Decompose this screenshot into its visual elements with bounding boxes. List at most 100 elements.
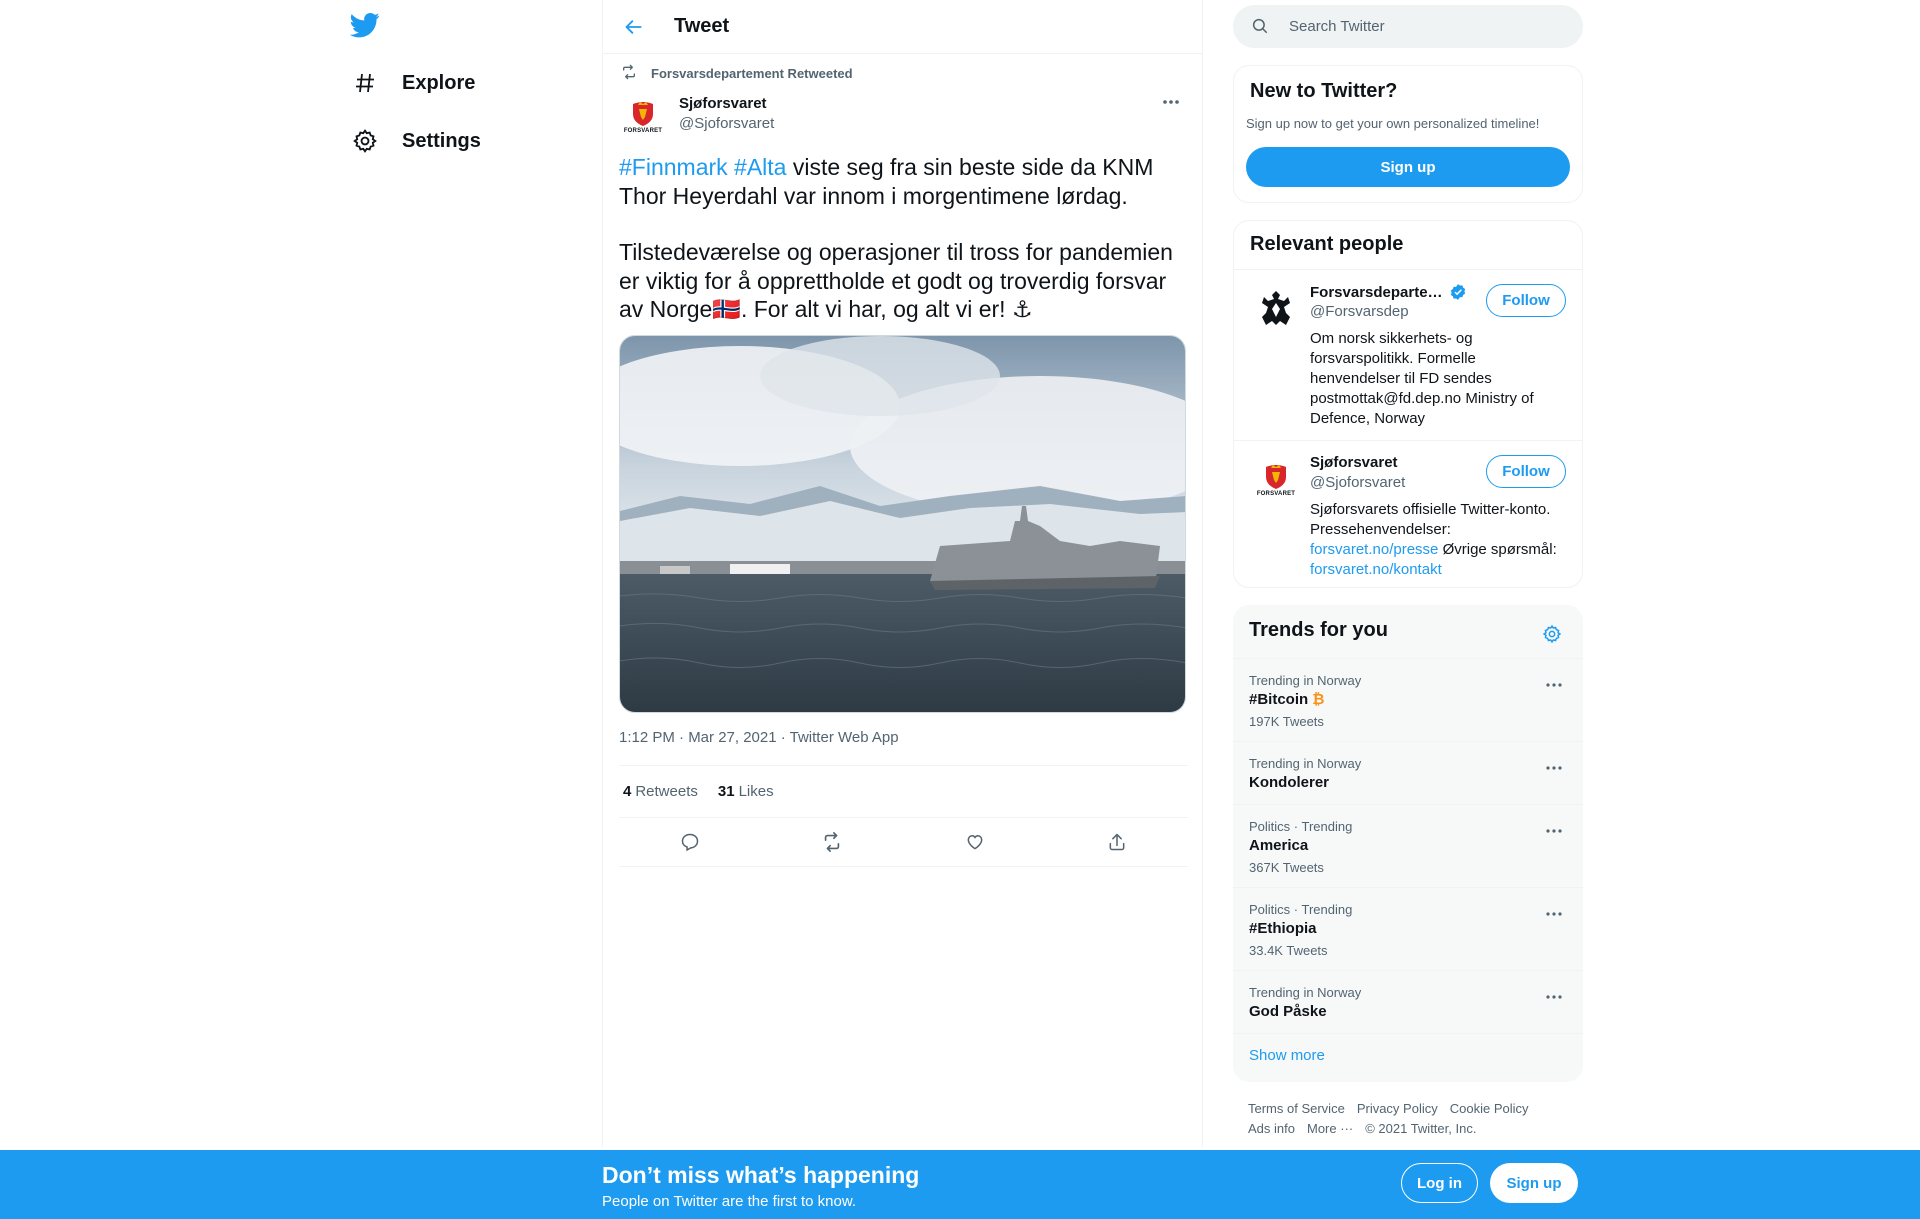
trend-context: Politics · Trending: [1249, 819, 1353, 834]
avatar[interactable]: FORSVARET: [619, 92, 667, 140]
person-item[interactable]: Forsvarsdeparte… @Forsvarsdep Follow Om …: [1234, 269, 1582, 440]
likes-label: Likes: [738, 783, 774, 800]
main-column: Tweet Forsvarsdepartement Retweeted FORS…: [602, 0, 1203, 1219]
crest-icon: [1266, 464, 1286, 489]
avatar[interactable]: [1252, 284, 1300, 332]
share-button[interactable]: [1099, 824, 1135, 860]
gear-icon: [350, 126, 380, 156]
trend-name: #Ethiopia: [1249, 920, 1317, 937]
tweet-actions: [619, 818, 1188, 867]
search-icon: [1251, 17, 1271, 37]
person-name[interactable]: Forsvarsdeparte…: [1310, 283, 1467, 301]
hashtag-link[interactable]: #Alta: [734, 154, 786, 180]
more-dots-icon: [1546, 683, 1562, 687]
trend-more-button[interactable]: [1539, 904, 1569, 924]
trends-title: Trends for you: [1249, 619, 1388, 641]
trend-name-label: #Bitcoin: [1249, 691, 1309, 708]
likes-stat[interactable]: 31 Likes: [714, 783, 774, 800]
person-item[interactable]: FORSVARET Sjøforsvaret @Sjoforsvaret Fol…: [1234, 440, 1582, 587]
tweet-more-button[interactable]: [1154, 92, 1188, 112]
more-dots-icon: [1546, 829, 1562, 833]
more-dots-icon: [1163, 100, 1179, 104]
banner-sign-up-button[interactable]: Sign up: [1490, 1163, 1578, 1203]
avatar-label: FORSVARET: [623, 127, 663, 134]
trend-item[interactable]: Trending in Norway God Påske: [1233, 970, 1583, 1033]
trend-item[interactable]: Politics · Trending #Ethiopia 33.4K Twee…: [1233, 887, 1583, 970]
search-box[interactable]: [1233, 5, 1583, 48]
more-dots-icon: [1546, 766, 1562, 770]
nav-explore[interactable]: Explore: [350, 58, 475, 108]
gear-icon: [1542, 624, 1562, 644]
trend-context: Politics · Trending: [1249, 902, 1353, 917]
bio-text: Øvrige spørsmål:: [1438, 541, 1557, 558]
nav-settings-label: Settings: [402, 129, 481, 152]
trend-more-button[interactable]: [1539, 821, 1569, 841]
person-name-label: Sjøforsvaret: [1310, 454, 1398, 471]
bio-link-presse[interactable]: forsvaret.no/presse: [1310, 541, 1438, 558]
tweet-author[interactable]: FORSVARET Sjøforsvaret @Sjoforsvaret: [619, 92, 774, 140]
trend-count: 367K Tweets: [1249, 860, 1324, 875]
tweet-image[interactable]: [619, 335, 1186, 713]
footer-link[interactable]: Terms of Service: [1248, 1099, 1345, 1119]
trend-item[interactable]: Trending in Norway Kondolerer: [1233, 741, 1583, 804]
relevant-people-card: Relevant people Forsvarsdeparte… @Forsva…: [1233, 220, 1583, 588]
retweet-context[interactable]: Forsvarsdepartement Retweeted: [619, 64, 853, 82]
nav-settings[interactable]: Settings: [350, 116, 481, 166]
new-to-twitter-subtitle: Sign up now to get your own personalized…: [1246, 116, 1540, 131]
crest-icon: [633, 101, 653, 126]
main-header: Tweet: [603, 0, 1202, 54]
tweet-text: #Finnmark #Alta viste seg fra sin beste …: [619, 153, 1189, 324]
person-bio: Om norsk sikkerhets- og forsvarspolitikk…: [1310, 330, 1534, 427]
signup-banner: Don’t miss what’s happening People on Tw…: [0, 1147, 1920, 1219]
author-handle[interactable]: @Sjoforsvaret: [679, 114, 774, 134]
author-name[interactable]: Sjøforsvaret: [679, 94, 774, 114]
new-to-twitter-title: New to Twitter?: [1250, 80, 1398, 102]
like-button[interactable]: [957, 824, 993, 860]
trend-context: Trending in Norway: [1249, 673, 1362, 688]
trends-settings-button[interactable]: [1535, 617, 1569, 651]
trend-name: God Påske: [1249, 1003, 1327, 1020]
person-handle[interactable]: @Forsvarsdep: [1310, 303, 1409, 320]
retweet-button[interactable]: [814, 824, 850, 860]
hashtag-link[interactable]: #Finnmark: [619, 154, 728, 180]
person-handle[interactable]: @Sjoforsvaret: [1310, 474, 1405, 491]
bio-text: Sjøforsvarets offisielle Twitter-konto. …: [1310, 501, 1551, 538]
footer-link[interactable]: Cookie Policy: [1450, 1099, 1529, 1119]
retweets-count: 4: [623, 783, 632, 800]
follow-button[interactable]: Follow: [1486, 284, 1566, 317]
avatar[interactable]: FORSVARET: [1252, 455, 1300, 503]
retweets-label: Retweets: [635, 783, 698, 800]
likes-count: 31: [717, 783, 735, 800]
trend-more-button[interactable]: [1539, 758, 1569, 778]
log-in-button[interactable]: Log in: [1401, 1163, 1478, 1203]
footer-links: Terms of Service Privacy Policy Cookie Pol…: [1248, 1099, 1568, 1139]
heart-icon: [967, 834, 983, 850]
trend-more-button[interactable]: [1539, 675, 1569, 695]
person-name[interactable]: Sjøforsvaret: [1310, 454, 1398, 471]
sign-up-button[interactable]: Sign up: [1246, 147, 1570, 187]
bitcoin-icon: ₿: [1312, 691, 1325, 708]
arrow-left-icon: [625, 19, 642, 34]
twitter-logo-icon[interactable]: [349, 10, 384, 44]
reply-icon: [681, 833, 699, 852]
back-button[interactable]: [616, 9, 652, 45]
share-icon: [1109, 833, 1125, 851]
trend-item[interactable]: Trending in Norway #Bitcoin ₿ 197K Tweets: [1233, 658, 1583, 741]
retweet-icon: [621, 64, 639, 82]
trend-more-button[interactable]: [1539, 987, 1569, 1007]
search-input[interactable]: [1289, 18, 1549, 35]
trend-item[interactable]: Politics · Trending America 367K Tweets: [1233, 804, 1583, 887]
retweets-stat[interactable]: 4 Retweets: [619, 783, 698, 800]
footer-link[interactable]: Privacy Policy: [1357, 1099, 1438, 1119]
follow-button[interactable]: Follow: [1486, 455, 1566, 488]
bio-link-kontakt[interactable]: forsvaret.no/kontakt: [1310, 561, 1442, 578]
show-more-link[interactable]: Show more: [1249, 1047, 1325, 1064]
trend-name: Kondolerer: [1249, 774, 1330, 791]
more-dots-icon: [1546, 912, 1562, 916]
ship-photo: [620, 336, 1185, 712]
reply-button[interactable]: [672, 824, 708, 860]
tweet-timestamp[interactable]: 1:12 PM · Mar 27, 2021 · Twitter Web App: [619, 729, 899, 746]
footer-link[interactable]: Ads info: [1248, 1119, 1295, 1139]
footer-more-link[interactable]: More ···: [1307, 1119, 1353, 1139]
lion-crest-icon: [1262, 291, 1290, 325]
